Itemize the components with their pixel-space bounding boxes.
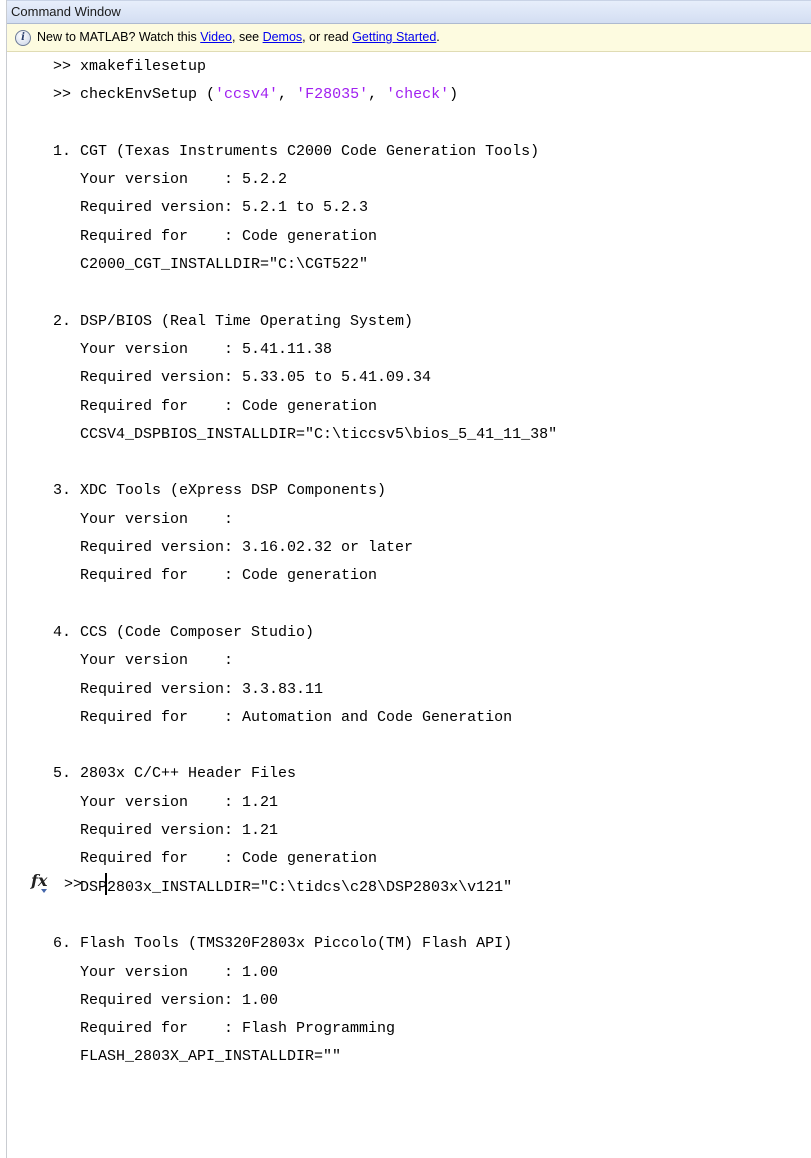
output-line: Your version : 1.00 [53, 963, 279, 981]
output-line: Your version : 5.41.11.38 [53, 340, 333, 358]
info-text-suffix: . [436, 30, 440, 44]
section-heading: 3. XDC Tools (eXpress DSP Components) [53, 482, 387, 500]
fx-icon[interactable]: fx [31, 871, 47, 890]
getting-started-link[interactable]: Getting Started [352, 24, 436, 51]
window-title: Command Window [7, 0, 811, 24]
output-line: Required for : Code generation [53, 567, 378, 585]
output-line: Required for : Flash Programming [53, 1020, 396, 1038]
output-line: DSP2803x_INSTALLDIR="C:\tidcs\c28\DSP280… [53, 878, 513, 896]
section-heading: 1. CGT (Texas Instruments C2000 Code Gen… [53, 142, 540, 160]
output-line: Required version: 5.33.05 to 5.41.09.34 [53, 369, 432, 387]
output-line: CCSV4_DSPBIOS_INSTALLDIR="C:\ticcsv5\bio… [53, 425, 558, 443]
string-literal: 'F28035' [296, 86, 369, 104]
text-cursor [105, 873, 107, 895]
output-line: Your version : [53, 510, 234, 528]
output-line: Required version: 3.16.02.32 or later [53, 539, 414, 557]
output-line: Required for : Code generation [53, 850, 378, 868]
command-prompt[interactable]: >> [64, 871, 82, 899]
output-line: FLASH_2803X_API_INSTALLDIR="" [53, 1048, 342, 1066]
output-line: Your version : [53, 652, 234, 670]
string-literal: 'ccsv4' [215, 86, 279, 104]
info-text-mid2: , or read [302, 30, 353, 44]
command-window: Command Window i New to MATLAB? Watch th… [7, 0, 811, 1158]
output-line: C2000_CGT_INSTALLDIR="C:\CGT522" [53, 256, 369, 274]
output-line: Required version: 1.21 [53, 822, 279, 840]
string-literal: 'check' [386, 86, 450, 104]
command-line: >> checkEnvSetup ('ccsv4', 'F28035', 'ch… [53, 81, 557, 109]
command-text: >> checkEnvSetup ( [53, 86, 216, 104]
video-link[interactable]: Video [200, 24, 232, 51]
demos-link[interactable]: Demos [263, 24, 303, 51]
section-heading: 2. DSP/BIOS (Real Time Operating System) [53, 312, 414, 330]
section-heading: 6. Flash Tools (TMS320F2803x Piccolo(TM)… [53, 935, 513, 953]
output-line: Required version: 1.00 [53, 991, 279, 1009]
left-gutter [0, 0, 7, 1158]
separator: , [278, 86, 297, 104]
output-line: Required version: 3.3.83.11 [53, 680, 324, 698]
info-icon: i [15, 29, 31, 46]
output-line: Required for : Code generation [53, 397, 378, 415]
separator: , [368, 86, 387, 104]
output-line: Required for : Code generation [53, 227, 378, 245]
chevron-down-icon[interactable] [41, 889, 47, 893]
output-line: Required version: 5.2.1 to 5.2.3 [53, 199, 369, 217]
output-line: Your version : 5.2.2 [53, 171, 288, 189]
output-line: Your version : 1.21 [53, 793, 279, 811]
info-text-prefix: New to MATLAB? Watch this [37, 30, 201, 44]
info-bar: i New to MATLAB? Watch this Video , see … [7, 24, 811, 52]
output-line: Required for : Automation and Code Gener… [53, 708, 513, 726]
console-output[interactable]: >> xmakefilesetup >> checkEnvSetup ('ccs… [7, 51, 811, 1158]
console-lines: >> xmakefilesetup >> checkEnvSetup ('ccs… [53, 51, 557, 1072]
command-text: ) [449, 86, 459, 104]
section-heading: 4. CCS (Code Composer Studio) [53, 623, 315, 641]
info-text-mid1: , see [232, 30, 263, 44]
section-heading: 5. 2803x C/C++ Header Files [53, 765, 297, 783]
command-line: >> xmakefilesetup [53, 58, 207, 75]
